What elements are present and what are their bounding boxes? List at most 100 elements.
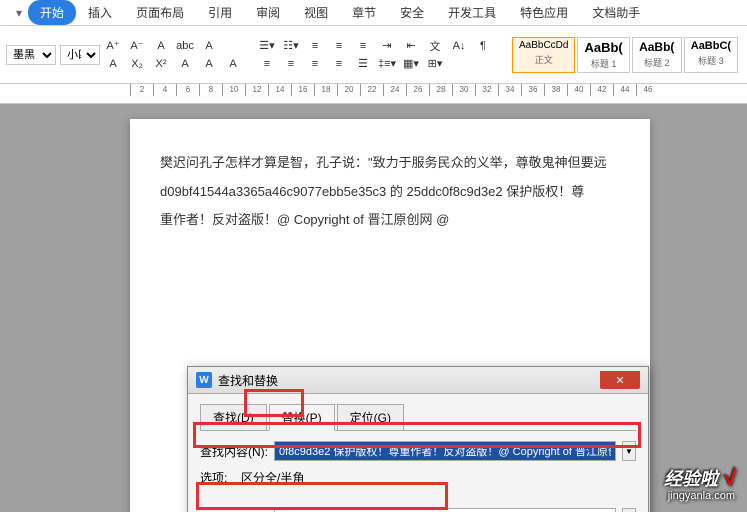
ruler-mark: 10 — [222, 84, 245, 96]
ruler-mark: 36 — [521, 84, 544, 96]
ruler-mark: 8 — [199, 84, 222, 96]
tab-chapter[interactable]: 章节 — [340, 0, 388, 25]
styles-gallery: AaBbCcDd 正文 AaBb( 标题 1 AaBb( 标题 2 AaBbC(… — [512, 37, 738, 73]
text-direction-icon[interactable]: 文 — [426, 38, 444, 54]
superscript-icon[interactable]: X² — [152, 56, 170, 72]
tab-developer[interactable]: 开发工具 — [436, 0, 508, 25]
distribute-icon[interactable]: ☰ — [354, 56, 372, 72]
tab-replace[interactable]: 替换(P) — [269, 404, 335, 431]
font-color-icon[interactable]: A — [104, 56, 122, 72]
border-icon[interactable]: ⊞▾ — [426, 56, 444, 72]
ruler-mark: 30 — [452, 84, 475, 96]
style-label: 标题 3 — [691, 54, 731, 67]
ruler-mark: 34 — [498, 84, 521, 96]
clear-format-icon[interactable]: abc — [176, 38, 194, 54]
replace-row: 替换为(I): ▼ — [200, 508, 636, 512]
ruler-mark: 20 — [337, 84, 360, 96]
ruler-mark: 38 — [544, 84, 567, 96]
paragraph-buttons: ☰▾ ☷▾ ≡ ≡ ≡ ⇥ ⇤ 文 A↓ ¶ ≡ ≡ ≡ ≡ ☰ ‡≡▾ ▦▾ … — [258, 38, 492, 72]
style-preview: AaBbC( — [691, 40, 731, 52]
indent-icon[interactable]: ⇥ — [378, 38, 396, 54]
align-center-icon[interactable]: ≡ — [330, 38, 348, 54]
align-center2-icon[interactable]: ≡ — [282, 56, 300, 72]
subscript-icon[interactable]: X₂ — [128, 56, 146, 72]
style-preview: AaBb( — [584, 40, 622, 55]
ruler-mark: 24 — [383, 84, 406, 96]
watermark-text: 经验啦 — [664, 469, 718, 489]
ruler-mark: 44 — [613, 84, 636, 96]
dialog-tabs: 查找(D) 替换(P) 定位(G) — [200, 404, 636, 431]
ruler-mark: 22 — [360, 84, 383, 96]
style-normal[interactable]: AaBbCcDd 正文 — [512, 37, 575, 73]
style-preview: AaBb( — [639, 40, 675, 54]
file-dropdown[interactable]: ▾ — [10, 2, 28, 24]
ruler-mark: 40 — [567, 84, 590, 96]
line-spacing-icon[interactable]: ‡≡▾ — [378, 56, 396, 72]
options-label: 选项: — [200, 469, 235, 486]
shading-icon[interactable]: ▦▾ — [402, 56, 420, 72]
sort-icon[interactable]: A↓ — [450, 38, 468, 54]
ruler-mark: 6 — [176, 84, 199, 96]
find-row: 查找内容(N): ▼ — [200, 441, 636, 461]
document-text[interactable]: 樊迟问孔子怎样才算是智，孔子说："致力于服务民众的义举，尊敬鬼神但要远 d09b… — [160, 149, 620, 235]
style-label: 正文 — [519, 53, 568, 66]
tab-view[interactable]: 视图 — [292, 0, 340, 25]
tab-review[interactable]: 审阅 — [244, 0, 292, 25]
font-size-select[interactable]: 小四 — [60, 45, 100, 65]
tab-goto[interactable]: 定位(G) — [337, 404, 404, 430]
options-row: 选项: 区分全/半角 — [200, 469, 636, 486]
align-left-icon[interactable]: ≡ — [306, 38, 324, 54]
find-input[interactable] — [274, 441, 616, 461]
style-heading2[interactable]: AaBb( 标题 2 — [632, 37, 682, 73]
replace-dropdown-icon[interactable]: ▼ — [622, 508, 636, 512]
replace-input[interactable] — [274, 508, 616, 512]
outdent-icon[interactable]: ⇤ — [402, 38, 420, 54]
ruler-mark: 14 — [268, 84, 291, 96]
ruler-mark: 26 — [406, 84, 429, 96]
ruler-mark: 46 — [636, 84, 659, 96]
tab-find[interactable]: 查找(D) — [200, 404, 267, 430]
tab-home[interactable]: 开始 — [28, 0, 76, 25]
close-button[interactable]: ✕ — [600, 371, 640, 389]
style-label: 标题 2 — [639, 56, 675, 69]
style-heading3[interactable]: AaBbC( 标题 3 — [684, 37, 738, 73]
tab-insert[interactable]: 插入 — [76, 0, 124, 25]
tab-layout[interactable]: 页面布局 — [124, 0, 196, 25]
font-name-select[interactable]: 墨黑 — [6, 45, 56, 65]
ruler-mark: 12 — [245, 84, 268, 96]
ruler-mark: 4 — [153, 84, 176, 96]
show-marks-icon[interactable]: ¶ — [474, 38, 492, 54]
style-heading1[interactable]: AaBb( 标题 1 — [577, 37, 629, 73]
dialog-titlebar[interactable]: W 查找和替换 ✕ — [188, 367, 648, 394]
align-justify-icon[interactable]: ≡ — [330, 56, 348, 72]
highlight-icon[interactable]: A — [176, 56, 194, 72]
align-right-icon[interactable]: ≡ — [354, 38, 372, 54]
decrease-font-icon[interactable]: A⁻ — [128, 38, 146, 54]
font-style-icon[interactable]: A — [200, 38, 218, 54]
tab-doc-helper[interactable]: 文档助手 — [580, 0, 652, 25]
ruler-mark: 16 — [291, 84, 314, 96]
font-group: 墨黑 小四 — [6, 45, 100, 65]
style-label: 标题 1 — [584, 57, 622, 70]
find-dropdown-icon[interactable]: ▼ — [622, 441, 636, 461]
ruler[interactable]: 2 4 6 8 10 12 14 16 18 20 22 24 26 28 30… — [0, 84, 747, 104]
watermark-url: jingyanla.com — [664, 490, 735, 502]
text-effects-icon[interactable]: A — [200, 56, 218, 72]
document-area: 樊迟问孔子怎样才算是智，孔子说："致力于服务民众的义举，尊敬鬼神但要远 d09b… — [0, 104, 747, 512]
tab-apps[interactable]: 特色应用 — [508, 0, 580, 25]
change-case-icon[interactable]: A — [152, 38, 170, 54]
tab-security[interactable]: 安全 — [388, 0, 436, 25]
dialog-title-text: 查找和替换 — [218, 372, 278, 389]
checkmark-icon: √ — [723, 465, 735, 490]
number-list-icon[interactable]: ☷▾ — [282, 38, 300, 54]
bullet-list-icon[interactable]: ☰▾ — [258, 38, 276, 54]
char-border-icon[interactable]: A — [224, 56, 242, 72]
ruler-mark: 42 — [590, 84, 613, 96]
increase-font-icon[interactable]: A⁺ — [104, 38, 122, 54]
doc-line: d09bf41544a3365a46c9077ebb5e35c3 的 25ddc… — [160, 178, 620, 207]
align-right2-icon[interactable]: ≡ — [306, 56, 324, 72]
tab-references[interactable]: 引用 — [196, 0, 244, 25]
style-preview: AaBbCcDd — [519, 40, 568, 51]
dialog-app-icon: W — [196, 372, 212, 388]
align-left2-icon[interactable]: ≡ — [258, 56, 276, 72]
